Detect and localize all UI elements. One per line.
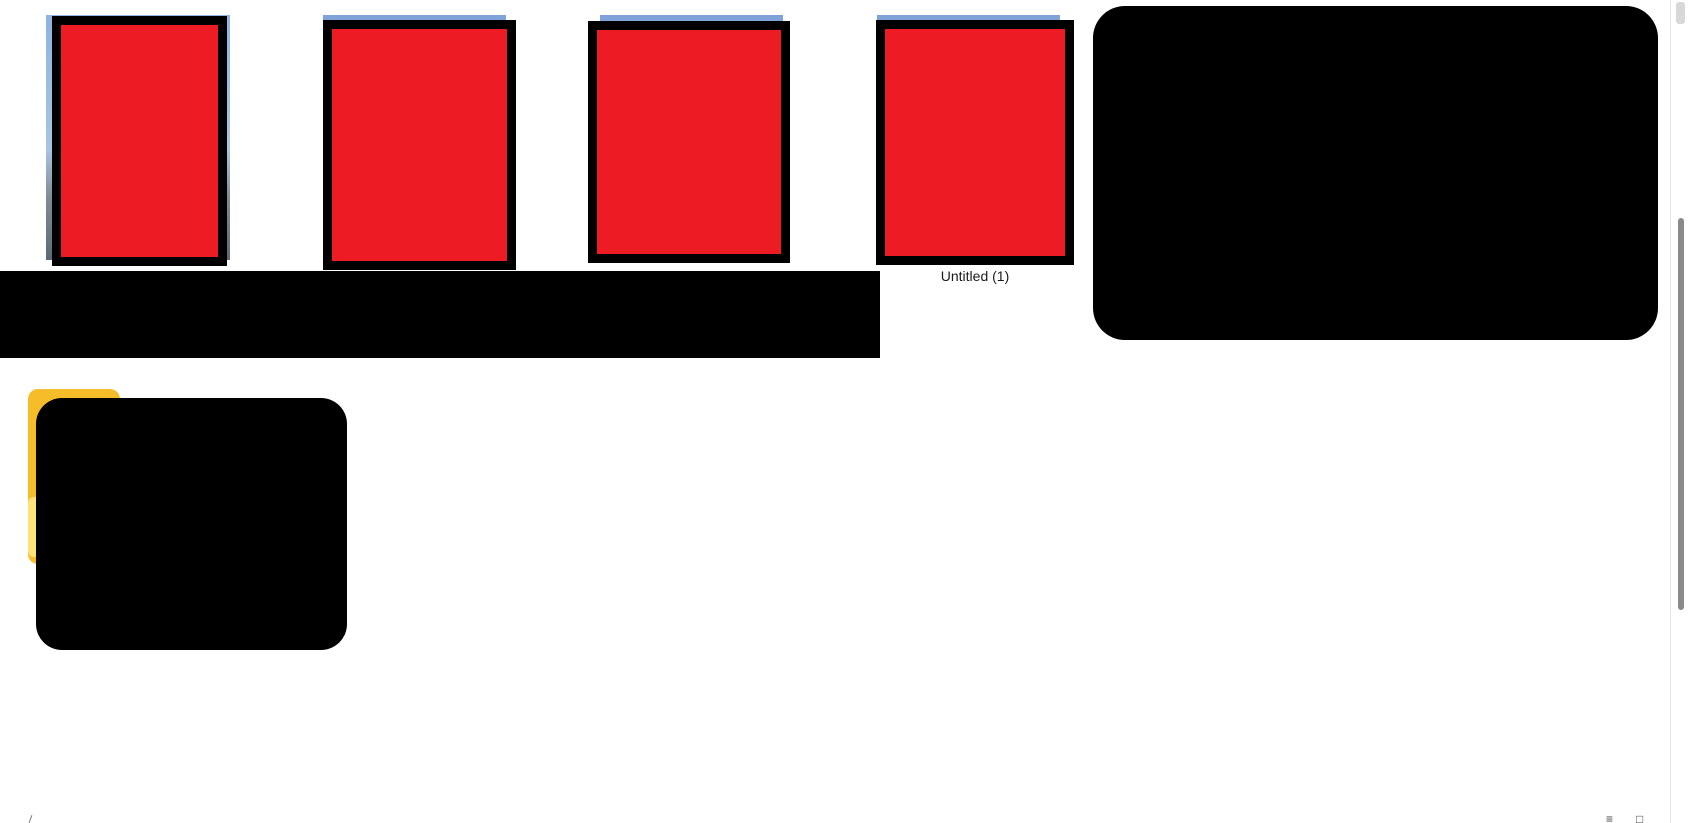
details-view-icon[interactable]: ≡ — [1606, 813, 1613, 823]
scrollbar-thumb[interactable] — [1678, 218, 1684, 610]
redacted-region — [36, 398, 347, 650]
file-name-4: Untitled (1) — [940, 268, 1010, 284]
status-bar: ≡ □ — [0, 810, 1694, 823]
file-explorer-window: Untitled (1) ≡ □ — [0, 0, 1694, 823]
large-icons-view-icon[interactable]: □ — [1636, 813, 1643, 823]
file-thumbnail-3[interactable] — [588, 21, 790, 263]
redacted-region — [1093, 6, 1658, 340]
scroll-up-arrow[interactable] — [1676, 2, 1685, 24]
file-thumbnail-1[interactable] — [52, 16, 227, 266]
vertical-scrollbar[interactable] — [1670, 0, 1691, 823]
file-thumbnail-2[interactable] — [323, 20, 516, 270]
file-list-area: Untitled (1) — [0, 0, 1661, 823]
file-thumbnail-4[interactable] — [876, 20, 1074, 265]
status-bar-marker — [28, 815, 33, 823]
redacted-region — [0, 271, 880, 358]
